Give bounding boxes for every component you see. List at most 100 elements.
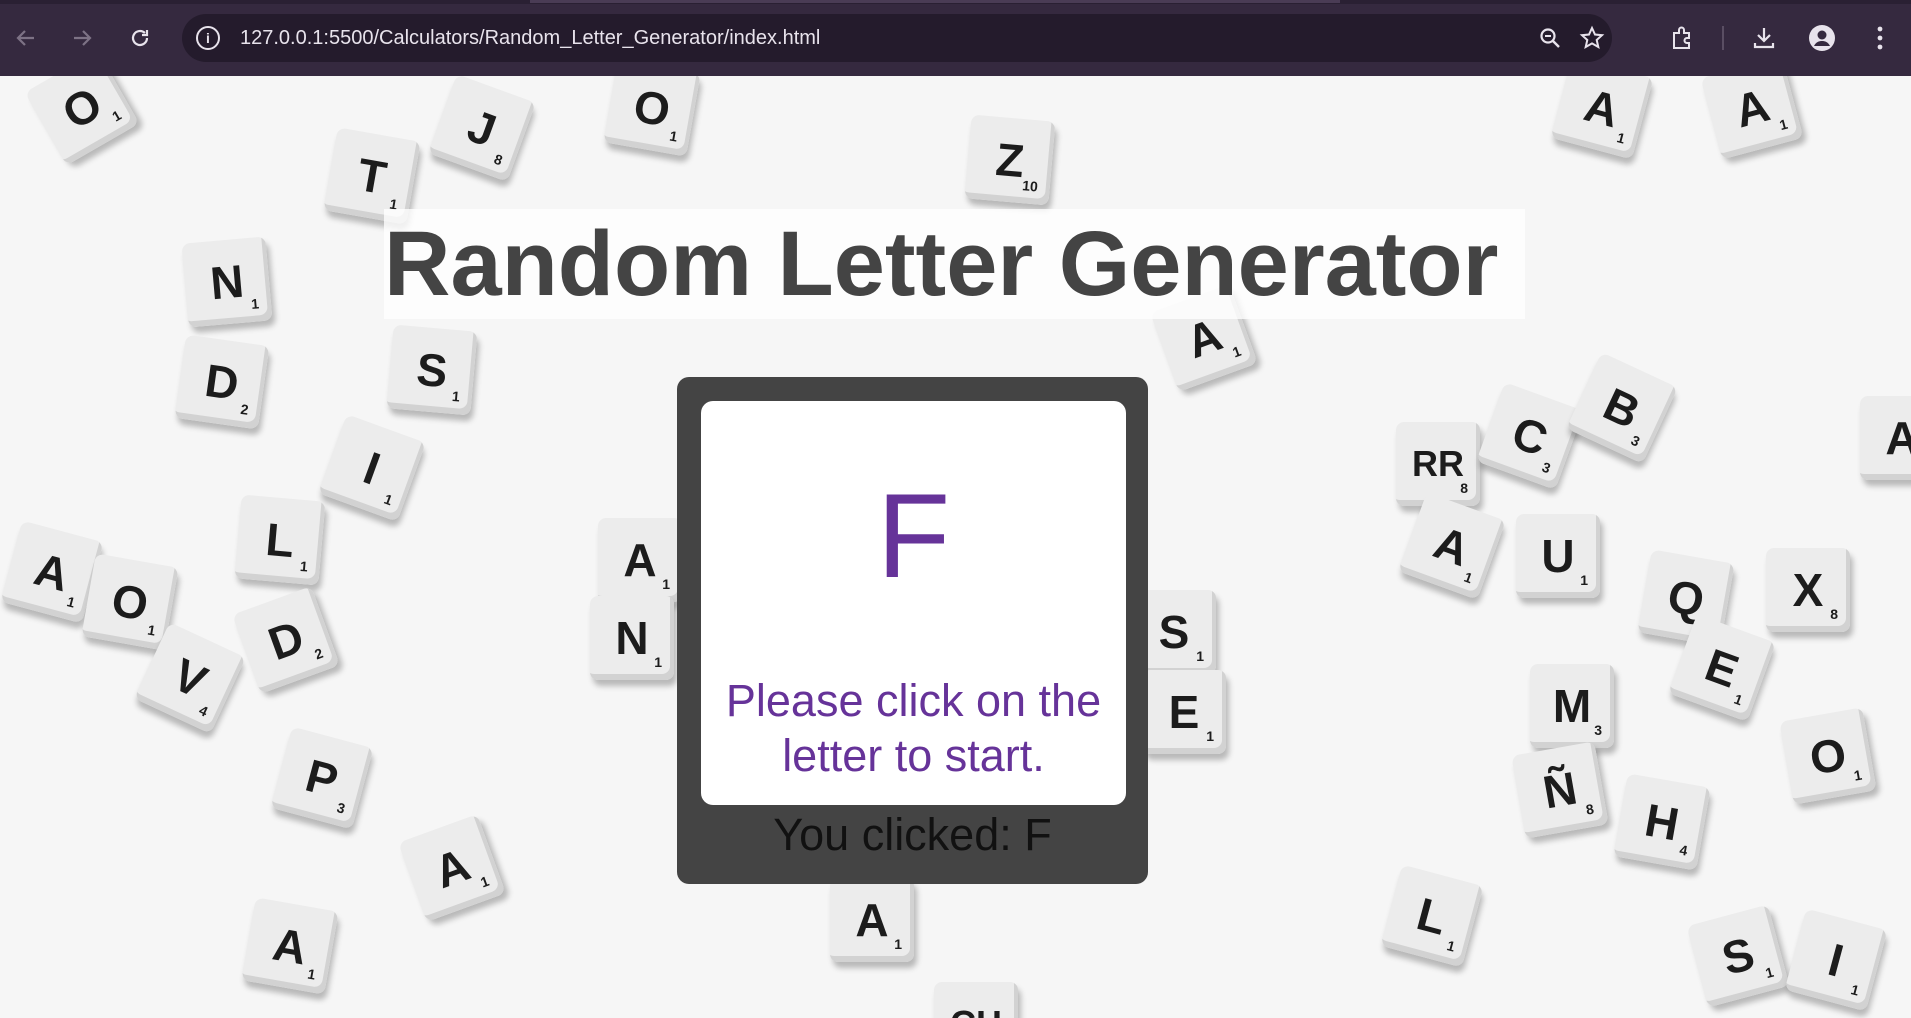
letter-tile: CH5 [934, 982, 1018, 1018]
profile-avatar-icon[interactable] [1804, 20, 1840, 56]
tile-letter: S [1716, 926, 1760, 986]
letter-tile: J8 [428, 76, 536, 182]
letter-tile: A1 [398, 814, 506, 922]
browser-toolbar: i 127.0.0.1:5500/Calculators/Random_Lett… [0, 0, 1911, 76]
letter-tile: N1 [590, 596, 674, 680]
tile-letter: J [461, 99, 503, 157]
tile-points: 3 [1539, 458, 1553, 477]
tile-letter: L [1411, 887, 1453, 945]
letter-tile: S1 [386, 324, 478, 416]
letter-tile: N1 [181, 236, 273, 328]
kebab-menu-icon[interactable] [1862, 20, 1898, 56]
tile-points: 1 [1852, 766, 1864, 784]
tile-letter: E [1168, 686, 1200, 738]
tile-letter: Ñ [1539, 761, 1581, 819]
tile-points: 4 [196, 701, 211, 720]
letter-tile: P3 [270, 726, 374, 830]
reload-button[interactable] [122, 20, 158, 56]
tile-letter: O [629, 79, 675, 137]
extensions-icon[interactable] [1664, 20, 1700, 56]
tile-points: 1 [250, 295, 260, 312]
letter-tile: RR 8 [1396, 422, 1480, 506]
tile-letter: M [1552, 680, 1592, 732]
letter-tile: D2 [232, 586, 340, 694]
toolbar-separator [1722, 26, 1724, 50]
bookmark-star-icon[interactable] [1578, 24, 1606, 52]
tile-points: 1 [1230, 342, 1244, 361]
page-title: Random Letter Generator [384, 209, 1525, 319]
clicked-readout: You clicked: F [677, 805, 1148, 865]
tile-points: 8 [1584, 800, 1596, 818]
letter-tile: A1 [1860, 396, 1911, 480]
tile-points: 1 [1206, 728, 1214, 744]
tile-points: 1 [662, 576, 670, 592]
tile-points: 1 [1196, 648, 1204, 664]
letter-tile: O1 [24, 76, 140, 166]
tile-letter: A [1885, 412, 1911, 464]
tile-letter: E [1698, 638, 1746, 698]
tile-points: 8 [1460, 480, 1468, 496]
tile-points: 1 [299, 557, 309, 575]
letter-button[interactable]: F Please click on the letter to start. [701, 401, 1126, 805]
letter-tile: A1 [1700, 76, 1804, 160]
tile-letter: A [1729, 78, 1775, 138]
page-viewport: O 1 J 8 O 1 Z 10 T 1 N 1 D 2 S 1 I 1 L 1 A 1 O 1 D 2 V 4 P 3 A 1 A 1 A 1 N 1 S… [0, 76, 1911, 1018]
tile-points: 1 [1615, 129, 1627, 147]
tile-letter: N [615, 612, 649, 664]
tile-points: 2 [312, 644, 326, 663]
letter-tile: X8 [1766, 548, 1850, 632]
tile-letter: H [1641, 793, 1683, 851]
tile-letter: O [53, 76, 111, 140]
letter-tile: O1 [1779, 707, 1877, 805]
tab-strip [0, 0, 1911, 4]
tile-letter: L [263, 512, 297, 568]
tile-points: 1 [478, 872, 492, 891]
tile-letter: A [427, 837, 477, 899]
tile-points: 1 [1445, 937, 1457, 955]
tile-points: 1 [381, 490, 395, 509]
site-info-icon[interactable]: i [196, 26, 220, 50]
letter-tile: I1 [1784, 908, 1888, 1012]
active-tab-indicator [530, 0, 1340, 3]
random-letter[interactable]: F [701, 471, 1126, 601]
tile-letter: O [107, 573, 153, 631]
back-button[interactable] [8, 20, 44, 56]
tile-points: 10 [1021, 177, 1039, 195]
address-bar[interactable]: i 127.0.0.1:5500/Calculators/Random_Lett… [182, 14, 1612, 62]
letter-tile: S1 [1686, 904, 1790, 1008]
letter-tile: E1 [1142, 670, 1226, 754]
tile-letter: I [1823, 933, 1849, 987]
zoom-icon[interactable] [1536, 24, 1564, 52]
download-icon[interactable] [1746, 20, 1782, 56]
tile-letter: Z [993, 132, 1027, 188]
tile-letter: A [623, 534, 657, 586]
letter-tile: I1 [318, 414, 426, 522]
tile-letter: S [1158, 606, 1190, 658]
letter-tile: Ñ8 [1511, 741, 1609, 839]
tile-letter: A [1427, 515, 1477, 577]
letter-tile: L1 [1380, 864, 1484, 968]
tile-letter: U [1541, 530, 1575, 582]
url-text[interactable]: 127.0.0.1:5500/Calculators/Random_Letter… [240, 27, 820, 50]
letter-tile: D2 [174, 334, 270, 430]
tile-points: 1 [65, 593, 77, 611]
letter-tile: O1 [603, 76, 701, 157]
start-prompt: Please click on the letter to start. [725, 675, 1102, 781]
tile-points: 1 [654, 654, 662, 670]
letter-tile: A1 [1398, 492, 1506, 600]
tile-points: 1 [668, 127, 679, 145]
tile-letter: A [269, 917, 311, 975]
letter-tile: A1 [830, 878, 914, 962]
tile-points: 3 [1628, 431, 1643, 450]
tile-points: 2 [239, 400, 250, 418]
clicked-value: F [1024, 809, 1052, 860]
forward-button[interactable] [64, 20, 100, 56]
letter-tile: C3 [1476, 382, 1584, 490]
letter-tile: A1 [241, 897, 339, 995]
tile-points: 1 [109, 106, 124, 125]
letter-tile: H4 [1613, 773, 1711, 871]
tile-points: 3 [1594, 722, 1602, 738]
letter-tile: L1 [234, 494, 326, 586]
letter-card: F Please click on the letter to start. Y… [677, 377, 1148, 884]
tile-letter: O [1805, 727, 1851, 785]
